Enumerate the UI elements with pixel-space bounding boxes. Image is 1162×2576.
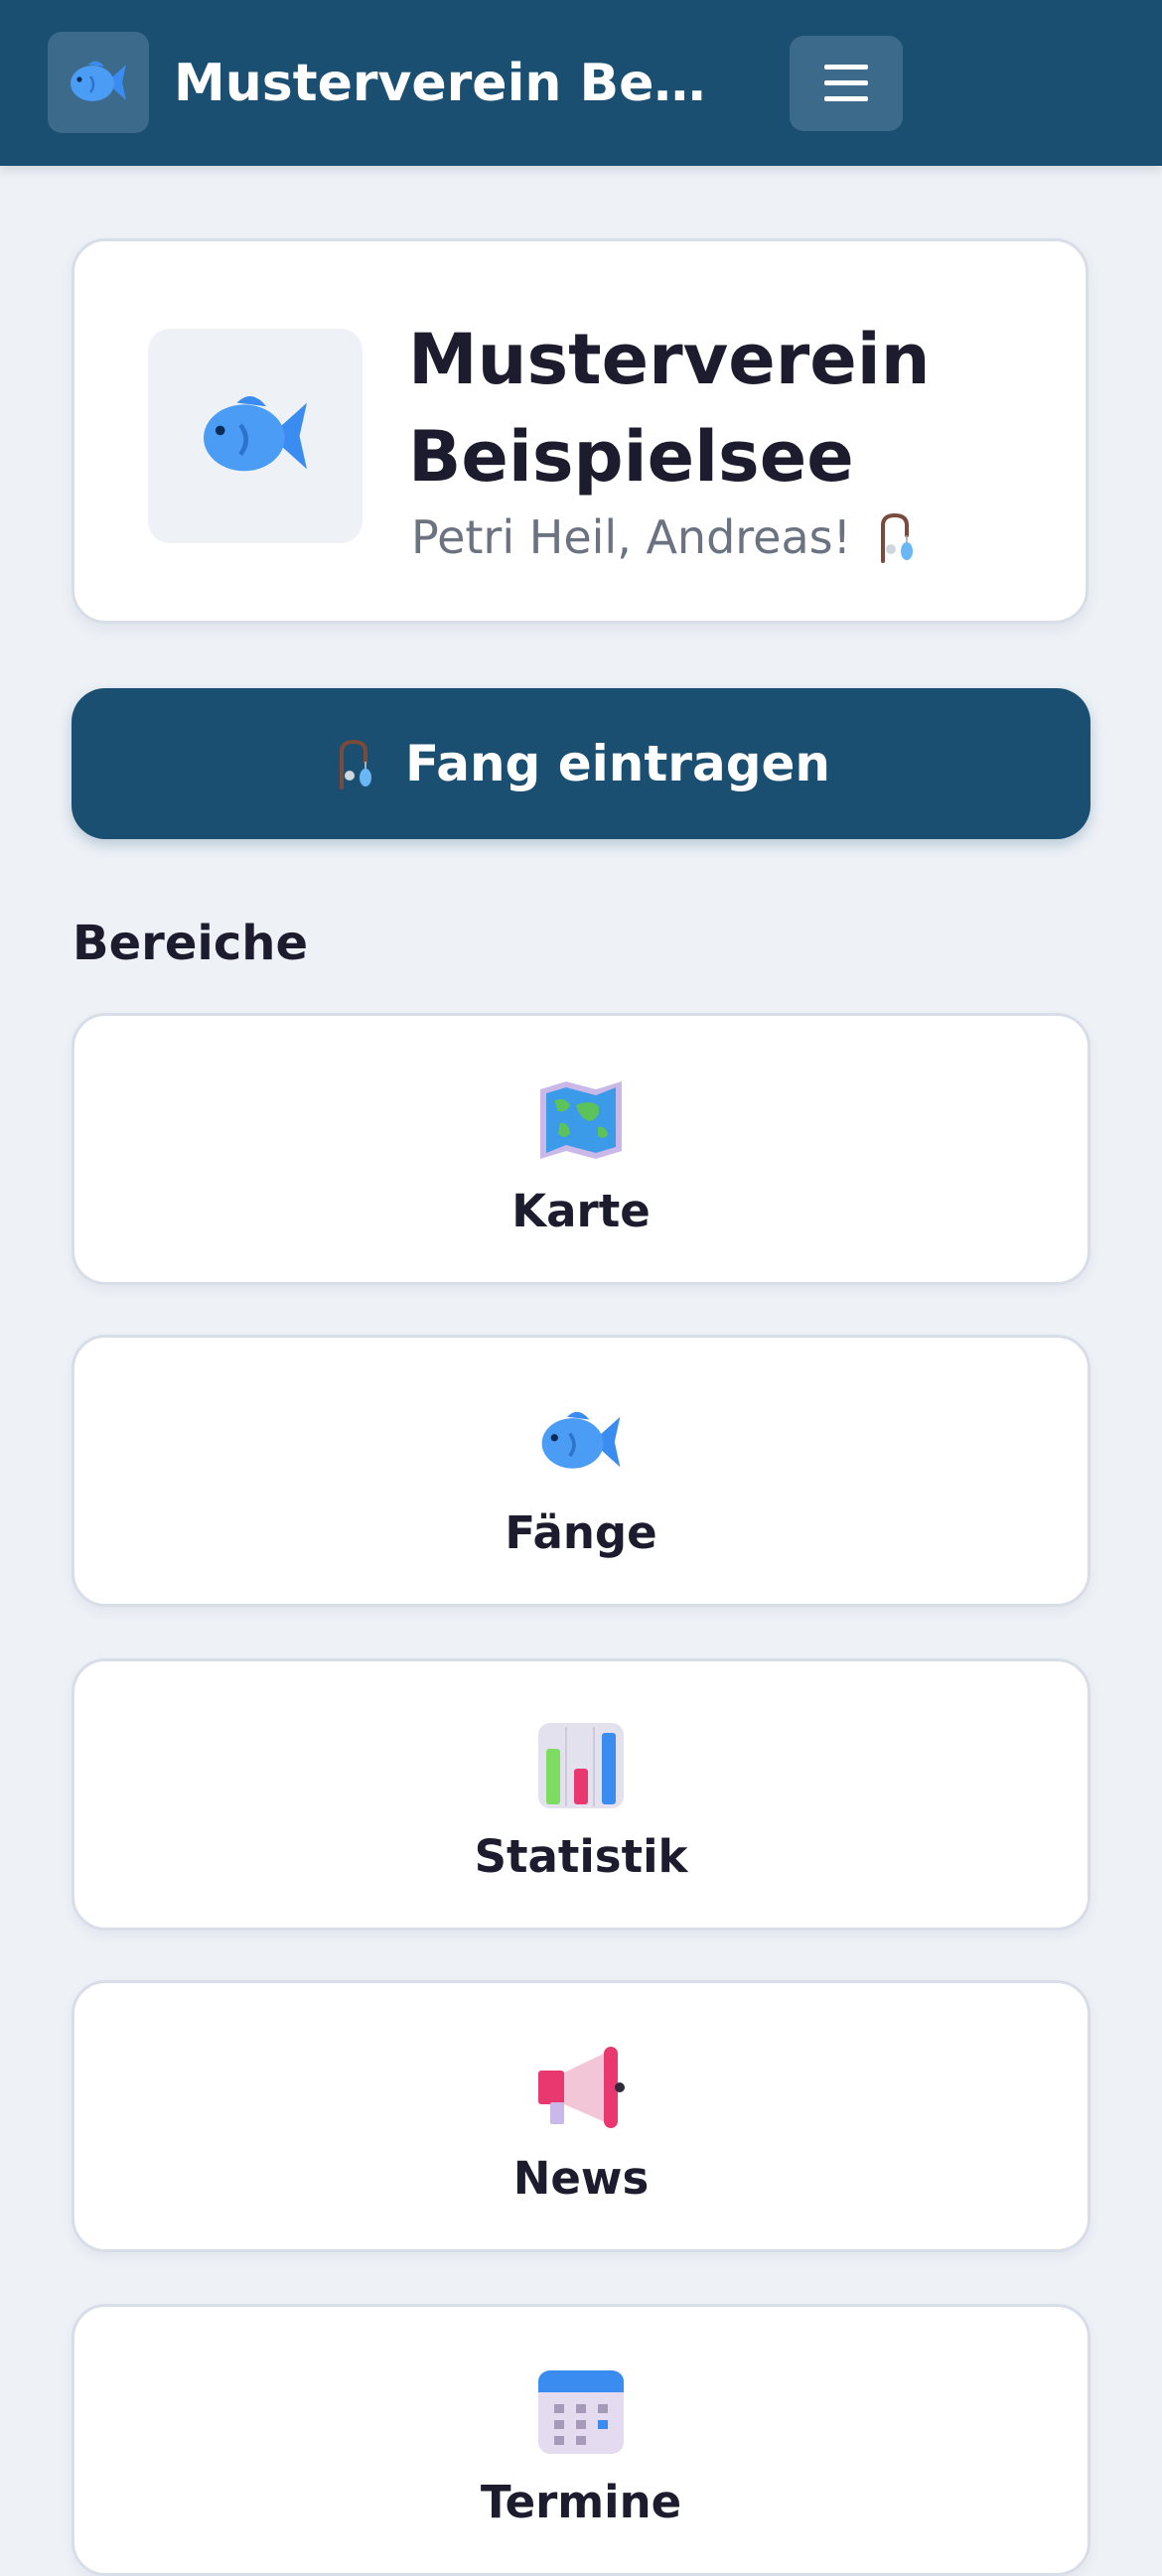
greeting-text: Petri Heil, Andreas! [411, 510, 852, 564]
menu-button[interactable] [790, 36, 903, 131]
greeting-line: Petri Heil, Andreas! [411, 507, 917, 567]
fish-icon [204, 395, 307, 472]
tile-label: Fänge [505, 1506, 657, 1559]
bar-chart-icon [538, 1723, 624, 1808]
fish-icon [71, 61, 126, 101]
club-logo [148, 329, 363, 543]
log-catch-button[interactable]: Fang eintragen [72, 688, 1090, 839]
megaphone-icon [538, 2047, 625, 2128]
tile-catches[interactable]: Fänge [72, 1335, 1090, 1607]
tile-label: Statistik [474, 1830, 688, 1883]
fishing-rod-icon [339, 739, 371, 789]
tile-statistics[interactable]: Statistik [72, 1658, 1090, 1931]
tile-news[interactable]: News [72, 1980, 1090, 2252]
tile-label: Karte [511, 1185, 651, 1237]
top-app-bar: Musterverein Beispi... [0, 0, 1162, 166]
hamburger-menu-icon [824, 65, 868, 102]
fishing-rod-icon [881, 512, 914, 563]
tile-events[interactable]: Termine [72, 2304, 1090, 2576]
app-logo[interactable] [48, 32, 149, 133]
calendar-icon [538, 2370, 624, 2454]
tile-map[interactable]: Karte [72, 1013, 1090, 1285]
club-header-card: Musterverein Beispielsee Petri Heil, And… [72, 238, 1089, 624]
app-title: Musterverein Beispi... [174, 54, 720, 113]
tile-label: Termine [480, 2476, 682, 2528]
section-title: Bereiche [73, 916, 308, 971]
log-catch-label: Fang eintragen [404, 735, 830, 792]
fish-icon [541, 1411, 621, 1469]
world-map-icon [540, 1081, 622, 1159]
tile-label: News [512, 2152, 650, 2205]
club-name: Musterverein Beispielsee [408, 319, 931, 498]
